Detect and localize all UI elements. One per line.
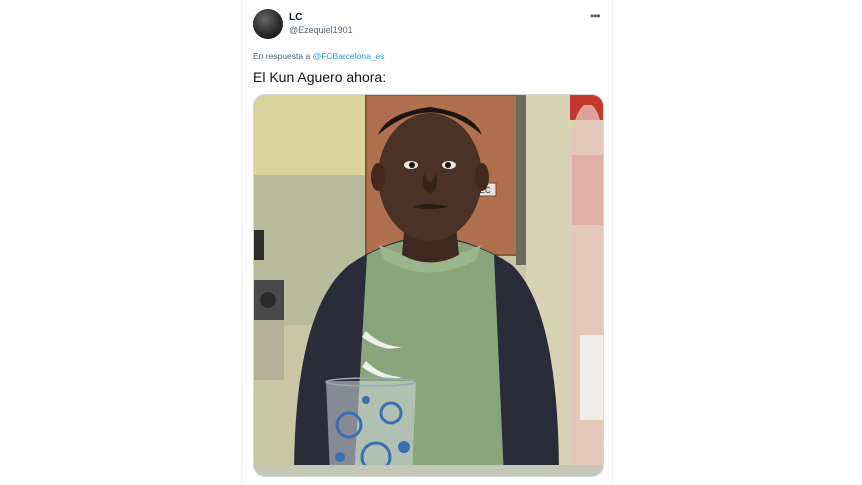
reply-mention-link[interactable]: @FCBarcelona_es (313, 51, 385, 61)
tweet-card[interactable]: LC @Ezequiel1901 ••• En respuesta a @FCB… (241, 0, 613, 485)
avatar[interactable] (253, 9, 283, 39)
user-handle[interactable]: @Ezequiel1901 (289, 25, 353, 35)
tweet-text: El Kun Aguero ahora: (253, 69, 387, 85)
reply-context: En respuesta a @FCBarcelona_es (253, 51, 385, 61)
tweet-photo[interactable]: CUTEC (253, 94, 604, 477)
more-horizontal-icon[interactable]: ••• (590, 9, 601, 23)
display-name[interactable]: LC (289, 12, 302, 23)
reply-prefix: En respuesta a (253, 51, 311, 61)
